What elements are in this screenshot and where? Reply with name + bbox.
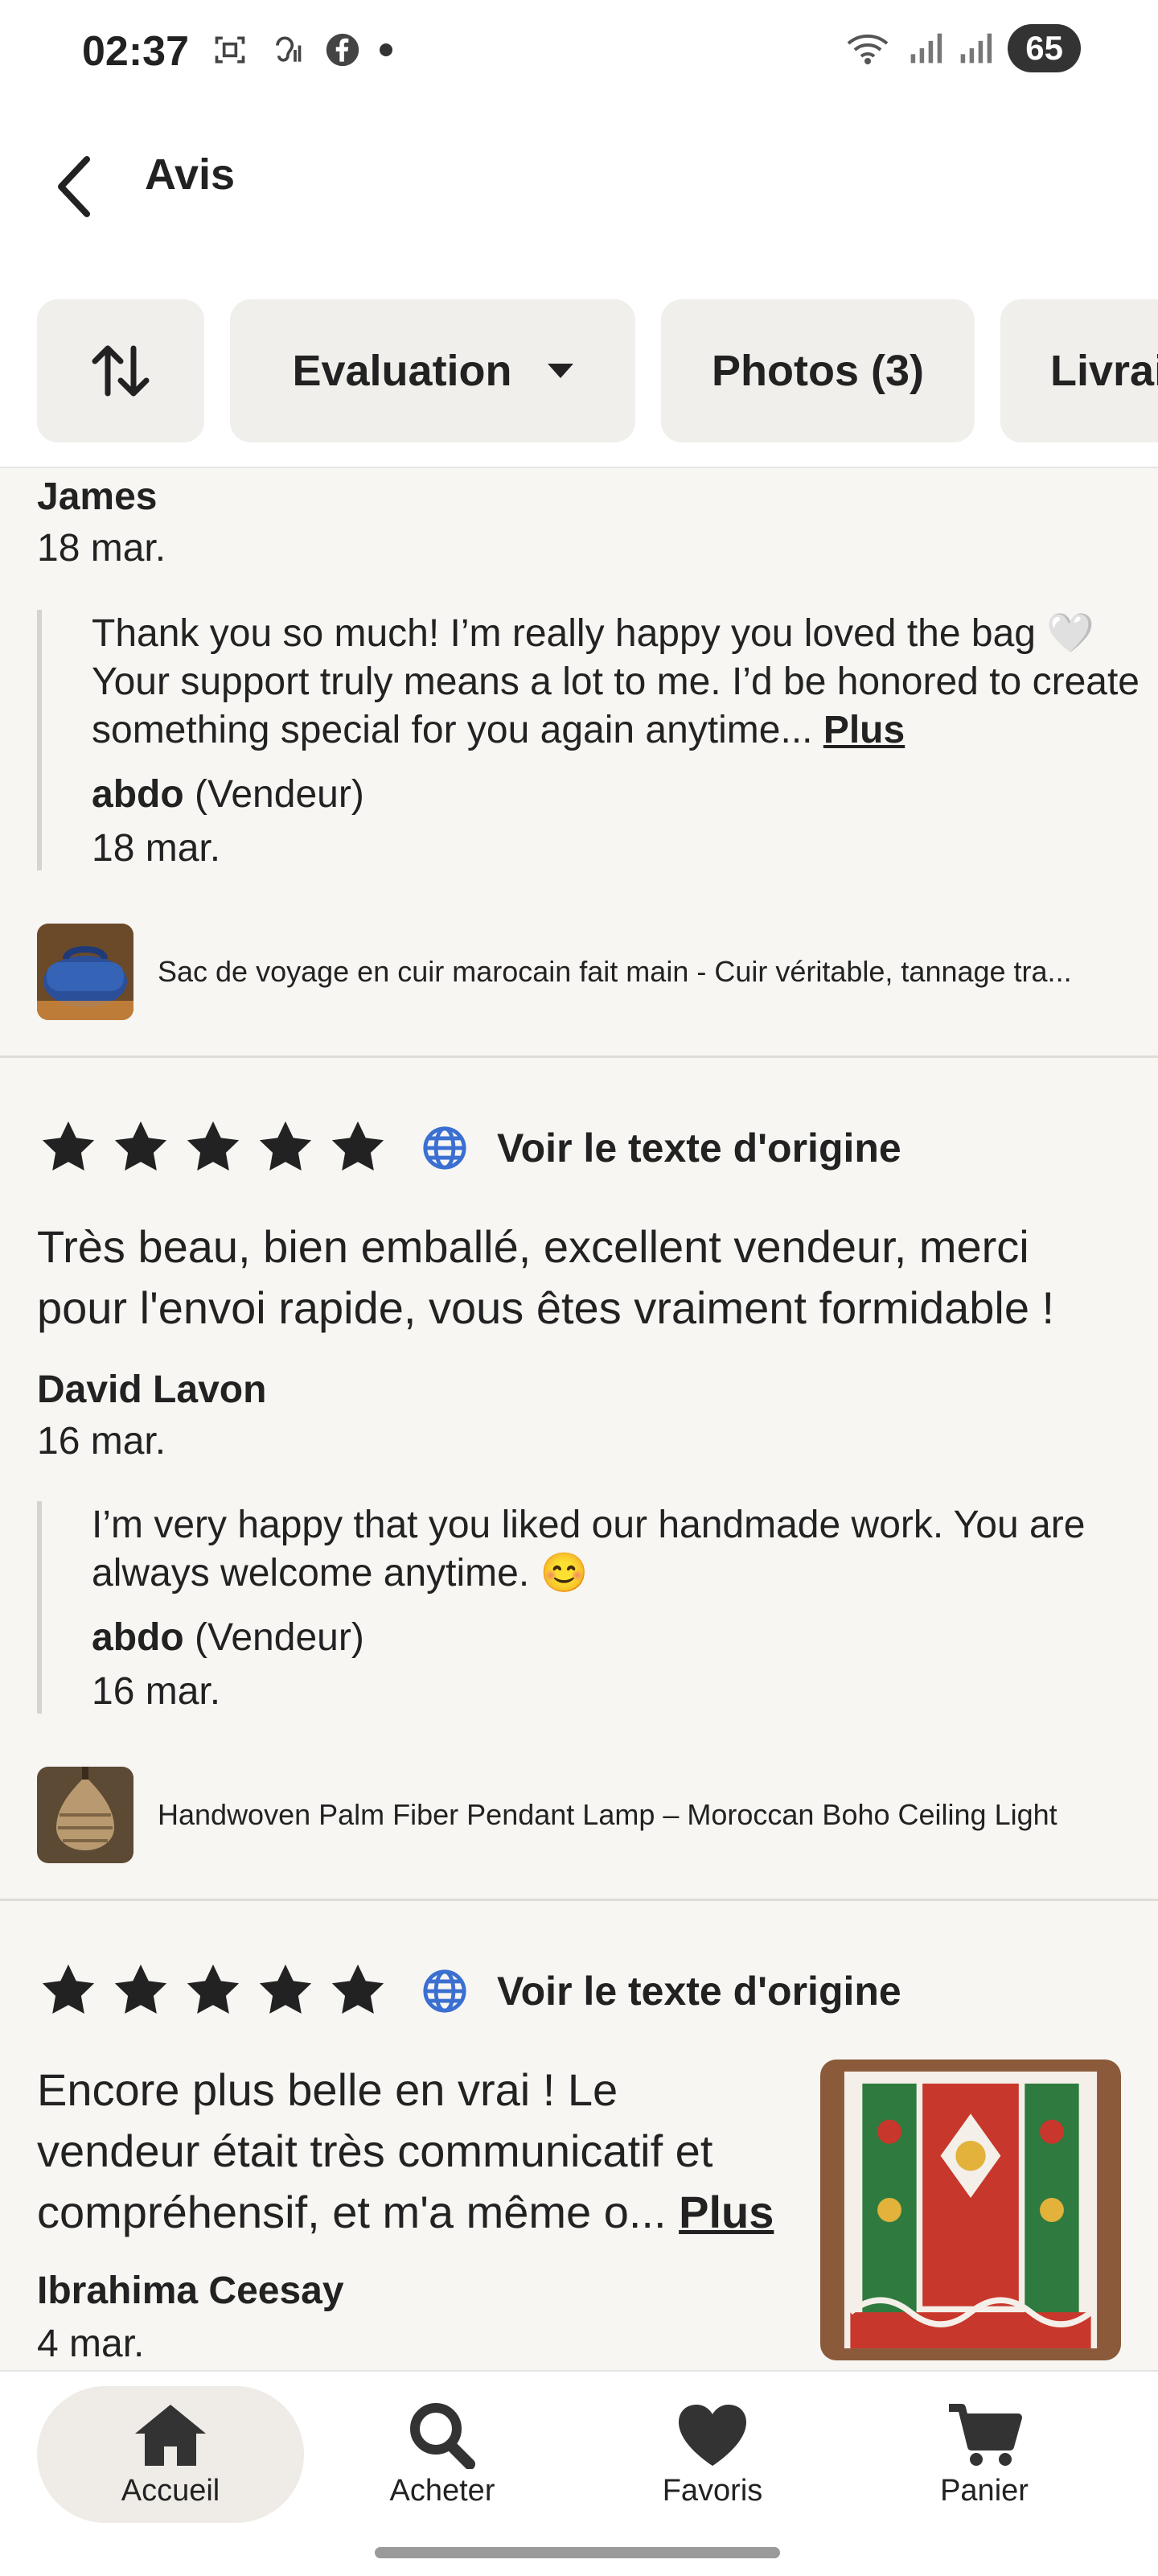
sort-button[interactable] [37, 299, 204, 442]
clock: 02:37 [82, 28, 189, 75]
star-icon [187, 1121, 240, 1171]
star-icon [42, 1964, 95, 2014]
review-date: 4 mar. [37, 2323, 145, 2365]
back-button[interactable] [48, 153, 100, 220]
seller-reply-text: Thank you so much! I’m really happy you … [92, 612, 1140, 751]
star-icon [42, 1121, 95, 1171]
app-bar: Avis [0, 97, 1158, 282]
chevron-left-icon [58, 156, 90, 217]
seller-reply-date: 18 mar. [92, 827, 221, 870]
seller-reply: I’m very happy that you liked our handma… [37, 1501, 1158, 1714]
view-original-text-link[interactable]: Voir le texte d'origine [497, 1968, 901, 2014]
nav-favorites[interactable]: Favoris [579, 2386, 846, 2523]
nav-cart[interactable]: Panier [851, 2386, 1118, 2523]
seller-reply: Thank you so much! I’m really happy you … [37, 610, 1158, 870]
review-text: Très beau, bien emballé, excellent vende… [37, 1221, 1055, 1333]
nav-home-label: Accueil [121, 2473, 220, 2508]
nav-favorites-label: Favoris [662, 2473, 763, 2508]
delivery-filter-label: Livrai [1050, 347, 1158, 395]
more-notifications-dot [380, 43, 392, 56]
signal-icon [910, 33, 942, 64]
status-bar: 02:37 65 [0, 0, 1158, 97]
star-icon [259, 1121, 312, 1171]
evaluation-filter-label: Evaluation [292, 347, 512, 395]
review-date: 18 mar. [37, 527, 166, 570]
product-link[interactable]: Sac de voyage en cuir marocain fait main… [37, 924, 1072, 1020]
product-title: Handwoven Palm Fiber Pendant Lamp – Moro… [158, 1798, 1057, 1831]
sort-icon [92, 345, 150, 397]
battery-indicator: 65 [1008, 24, 1081, 72]
photos-filter-label: Photos (3) [712, 347, 924, 395]
seller-reply-author: abdo (Vendeur) [92, 1615, 1158, 1660]
seller-reply-date: 16 mar. [92, 1670, 221, 1713]
review-author[interactable]: David Lavon [37, 1368, 266, 1412]
seller-name: abdo [92, 773, 184, 816]
evaluation-filter[interactable]: Evaluation [230, 299, 635, 442]
rating-row: Voir le texte d'origine [37, 1117, 901, 1179]
star-icon [259, 1964, 312, 2014]
review-text: Encore plus belle en vrai ! Le vendeur é… [37, 2064, 774, 2237]
nav-home[interactable]: Accueil [37, 2386, 304, 2523]
review-divider [0, 1899, 1158, 1901]
view-original-text-link[interactable]: Voir le texte d'origine [497, 1125, 901, 1171]
globe-icon [423, 1126, 466, 1170]
product-thumbnail [37, 924, 133, 1020]
more-link[interactable]: Plus [823, 709, 905, 751]
review-author[interactable]: James [37, 475, 157, 519]
seller-role: (Vendeur) [195, 773, 364, 816]
wifi-icon [847, 34, 889, 64]
star-icon [187, 1964, 240, 2014]
seller-name: abdo [92, 1616, 184, 1659]
caret-down-icon [547, 364, 573, 378]
review-divider [0, 1056, 1158, 1058]
heart-icon [679, 2404, 746, 2466]
star-icon [114, 1121, 167, 1171]
bottom-navigation: Accueil Acheter Favoris Panier [0, 2370, 1158, 2576]
facebook-icon [323, 31, 362, 69]
delivery-filter[interactable]: Livrai [1000, 299, 1158, 442]
globe-icon [423, 1969, 466, 2013]
notification-icons [211, 31, 392, 69]
more-link[interactable]: Plus [679, 2187, 774, 2237]
review-photo[interactable] [820, 2060, 1121, 2360]
review-author[interactable]: Ibrahima Ceesay [37, 2269, 344, 2313]
home-icon [135, 2404, 206, 2466]
rating-row: Voir le texte d'origine [37, 1960, 901, 2023]
gesture-bar[interactable] [375, 2547, 780, 2558]
star-icon [114, 1964, 167, 2014]
nav-cart-label: Panier [940, 2473, 1029, 2508]
product-link[interactable]: Handwoven Palm Fiber Pendant Lamp – Moro… [37, 1767, 1057, 1863]
star-icon [331, 1964, 384, 2014]
seller-reply-author: abdo (Vendeur) [92, 772, 1158, 817]
product-title: Sac de voyage en cuir marocain fait main… [158, 955, 1072, 988]
signal-icon [960, 33, 992, 64]
product-thumbnail [37, 1767, 133, 1863]
photos-filter[interactable]: Photos (3) [661, 299, 975, 442]
review-date: 16 mar. [37, 1420, 166, 1463]
hearing-icon [267, 31, 306, 69]
system-indicators: 65 [845, 24, 1081, 72]
page-title: Avis [145, 150, 236, 199]
cart-icon [949, 2403, 1022, 2466]
nav-shop-label: Acheter [389, 2473, 495, 2508]
search-icon [410, 2402, 475, 2469]
filter-bar: Evaluation Photos (3) Livrai [0, 282, 1158, 468]
seller-role: (Vendeur) [195, 1616, 364, 1659]
nav-shop[interactable]: Acheter [309, 2386, 576, 2523]
screenshot-icon [211, 31, 249, 69]
star-icon [331, 1121, 384, 1171]
seller-reply-text: I’m very happy that you liked our handma… [92, 1504, 1086, 1595]
